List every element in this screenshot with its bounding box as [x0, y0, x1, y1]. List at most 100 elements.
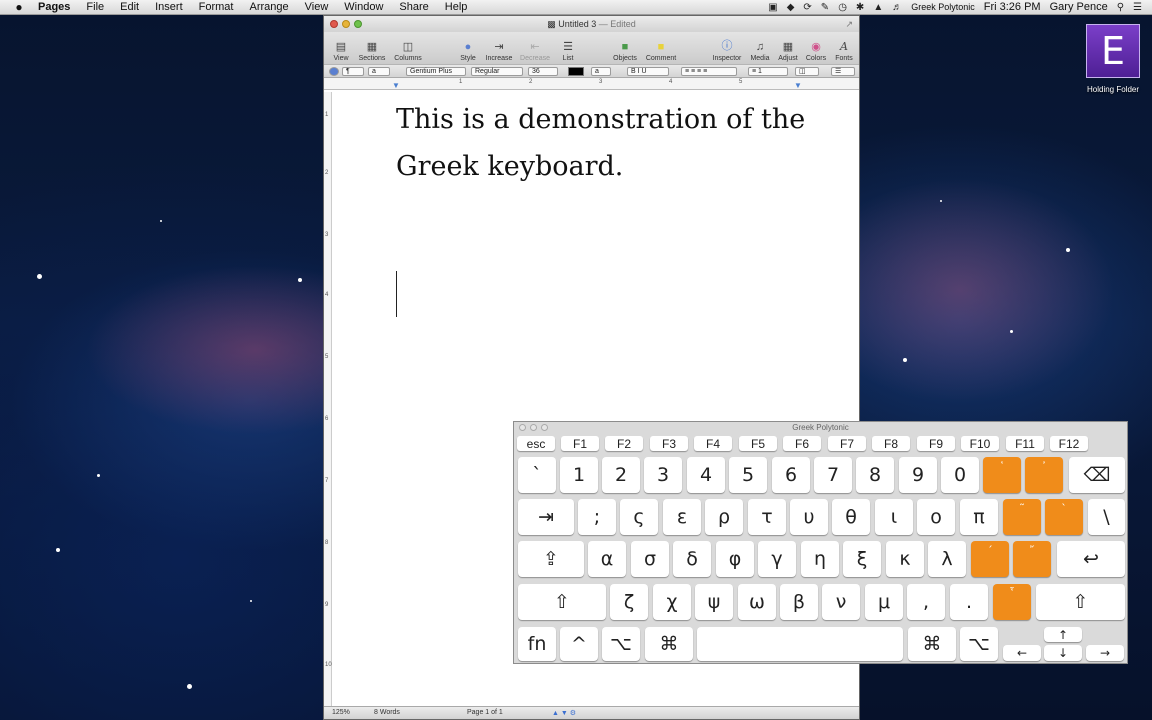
key-f1[interactable]: F1 — [561, 436, 599, 451]
key-comma[interactable]: , — [907, 584, 945, 620]
highlight-color-button[interactable]: a — [591, 67, 611, 76]
spotlight-icon[interactable]: ⚲ — [1117, 2, 1124, 13]
notification-center-icon[interactable]: ☰ — [1133, 2, 1142, 13]
input-source-menu[interactable]: Greek Polytonic — [911, 2, 975, 12]
key-f10[interactable]: F10 — [961, 436, 999, 451]
menu-file[interactable]: File — [78, 1, 112, 13]
apple-menu-icon[interactable]: ● — [0, 0, 38, 14]
right-indent-marker[interactable]: ▼ — [794, 81, 802, 90]
key-eta[interactable]: η — [801, 541, 839, 577]
arrow-left-key-icon[interactable]: ← — [1003, 645, 1041, 661]
right-shift-key-icon[interactable]: ⇧ — [1036, 584, 1125, 620]
user-menu[interactable]: Gary Pence — [1050, 1, 1108, 13]
title-bar[interactable]: ▩ Untitled 3 — Edited ↗ — [324, 16, 859, 32]
key-7[interactable]: 7 — [814, 457, 852, 493]
clock[interactable]: Fri 3:26 PM — [984, 1, 1041, 13]
key-f2[interactable]: F2 — [605, 436, 643, 451]
notes-icon[interactable]: ✎ — [821, 2, 829, 13]
sections-button[interactable]: ▦ Sections — [352, 40, 392, 62]
line-spacing-popup[interactable]: ≡ 1 — [748, 67, 788, 76]
key-omega[interactable]: ω — [738, 584, 776, 620]
right-command-key-icon[interactable]: ⌘ — [908, 627, 956, 661]
menu-window[interactable]: Window — [336, 1, 391, 13]
menu-help[interactable]: Help — [437, 1, 476, 13]
key-pi[interactable]: π — [960, 499, 998, 535]
horizontal-ruler[interactable]: ▼ 1 2 3 4 5 ▼ — [324, 78, 859, 90]
key-theta[interactable]: θ — [832, 499, 870, 535]
key-delta[interactable]: δ — [673, 541, 711, 577]
key-smooth-acute-accent[interactable]: ῎ — [1013, 541, 1051, 577]
keyboard-close-button[interactable] — [519, 424, 526, 431]
paragraph-style-popup[interactable]: ¶ — [342, 67, 364, 76]
bold-italic-underline-buttons[interactable]: B I U — [627, 67, 669, 76]
font-size-field[interactable]: 36 — [528, 67, 558, 76]
sync-icon[interactable]: ⟳ — [803, 2, 811, 13]
wifi-icon[interactable]: ▲ — [873, 2, 883, 13]
key-xi[interactable]: ξ — [843, 541, 881, 577]
document-body-text[interactable]: This is a demonstration of the Greek key… — [396, 96, 836, 190]
styles-drawer-button[interactable] — [329, 67, 339, 76]
key-rough-breathing[interactable]: ῾ — [983, 457, 1021, 493]
dropbox-icon[interactable]: ◆ — [787, 2, 795, 13]
font-family-popup[interactable]: Gentium Plus — [406, 67, 466, 76]
menu-edit[interactable]: Edit — [112, 1, 147, 13]
key-fn[interactable]: fn — [518, 627, 556, 661]
keyboard-minimize-button[interactable] — [530, 424, 537, 431]
key-f4[interactable]: F4 — [694, 436, 732, 451]
key-sigma[interactable]: σ — [631, 541, 669, 577]
key-5[interactable]: 5 — [729, 457, 767, 493]
key-8[interactable]: 8 — [856, 457, 894, 493]
key-rho[interactable]: ρ — [705, 499, 743, 535]
key-3[interactable]: 3 — [644, 457, 682, 493]
fonts-button[interactable]: A Fonts — [824, 40, 864, 62]
key-omicron[interactable]: ο — [917, 499, 955, 535]
menu-arrange[interactable]: Arrange — [241, 1, 296, 13]
left-shift-key-icon[interactable]: ⇧ — [518, 584, 606, 620]
key-mu[interactable]: μ — [865, 584, 903, 620]
list-style-popup[interactable]: ☰ — [831, 67, 855, 76]
key-epsilon[interactable]: ε — [663, 499, 701, 535]
key-chi[interactable]: χ — [653, 584, 691, 620]
arrow-right-key-icon[interactable]: → — [1086, 645, 1124, 661]
columns-button[interactable]: ◫ Columns — [388, 40, 428, 62]
control-key-icon[interactable]: ^ — [560, 627, 598, 661]
keyboard-zoom-button[interactable] — [541, 424, 548, 431]
left-command-key-icon[interactable]: ⌘ — [645, 627, 693, 661]
left-option-key-icon[interactable]: ⌥ — [602, 627, 640, 661]
key-f8[interactable]: F8 — [872, 436, 910, 451]
key-kappa[interactable]: κ — [886, 541, 924, 577]
key-lambda[interactable]: λ — [928, 541, 966, 577]
key-alpha[interactable]: α — [588, 541, 626, 577]
key-4[interactable]: 4 — [687, 457, 725, 493]
key-zeta[interactable]: ζ — [610, 584, 648, 620]
key-grave[interactable]: ` — [518, 457, 556, 493]
menu-insert[interactable]: Insert — [147, 1, 191, 13]
key-iota[interactable]: ι — [875, 499, 913, 535]
bluetooth-icon[interactable]: ✱ — [856, 2, 864, 13]
tab-key-icon[interactable]: ⇥ — [518, 499, 574, 535]
key-1[interactable]: 1 — [560, 457, 598, 493]
zoom-popup[interactable]: 125% — [332, 709, 350, 716]
key-final-sigma[interactable]: ς — [620, 499, 658, 535]
arrow-down-key-icon[interactable]: ↓ — [1044, 645, 1082, 661]
page-nav-icons[interactable]: ▲ ▼ ⚙ — [552, 709, 576, 717]
keyboard-viewer-title-bar[interactable]: Greek Polytonic — [514, 422, 1127, 434]
fullscreen-icon[interactable]: ↗ — [845, 19, 853, 30]
key-rough-grave-accent[interactable]: ῟ — [993, 584, 1031, 620]
key-nu[interactable]: ν — [822, 584, 860, 620]
key-smooth-breathing[interactable]: ᾿ — [1025, 457, 1063, 493]
menu-format[interactable]: Format — [191, 1, 242, 13]
key-upsilon[interactable]: υ — [790, 499, 828, 535]
key-f12[interactable]: F12 — [1050, 436, 1088, 451]
key-phi[interactable]: φ — [716, 541, 754, 577]
increase-button[interactable]: ⇥ Increase — [479, 40, 519, 62]
key-beta[interactable]: β — [780, 584, 818, 620]
text-color-well[interactable] — [568, 67, 584, 76]
arrow-up-key-icon[interactable]: ↑ — [1044, 627, 1082, 642]
key-gamma[interactable]: γ — [758, 541, 796, 577]
font-style-popup[interactable]: Regular — [471, 67, 523, 76]
caps-lock-key-icon[interactable]: ⇪ — [518, 541, 584, 577]
list-button[interactable]: ☰ List — [548, 40, 588, 62]
key-f3[interactable]: F3 — [650, 436, 688, 451]
key-f9[interactable]: F9 — [917, 436, 955, 451]
